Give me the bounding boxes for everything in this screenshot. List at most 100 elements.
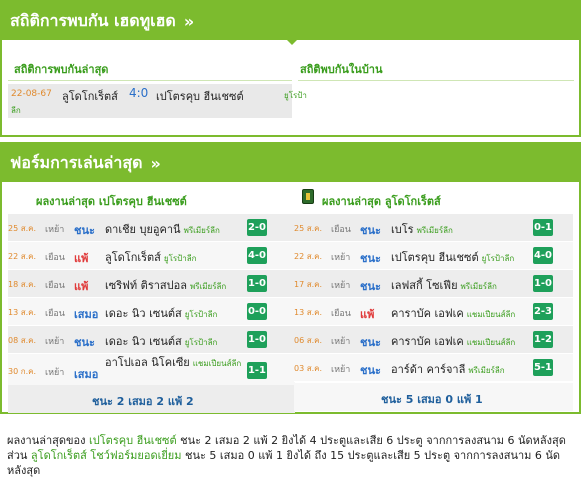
opponent[interactable]: เดอะ นิว เซนต์ส ยูโรป้าลีก [105, 304, 217, 322]
score-badge: 1-0 [247, 331, 267, 348]
opponent-name[interactable]: เดอะ นิว เซนต์ส [105, 335, 182, 348]
home-away-label: เหย้า [331, 365, 351, 375]
match-date: 06 ส.ค. [294, 336, 323, 345]
score-badge: 5-1 [533, 359, 553, 376]
opponent[interactable]: ลูโดโกเร็ตส์ ยูโรป้าลีก [105, 248, 197, 266]
form-row[interactable]: 18 ส.ค. เยือน แพ้ เซริฟท์ ติราสปอล พรีเมียร์… [8, 270, 295, 298]
right-summary: ชนะ 5 เสมอ 0 แพ้ 1 [381, 393, 483, 406]
league-label: ยูโรป้าลีก [184, 310, 218, 319]
h2h-header[interactable]: สถิติการพบกัน เฮดทูเฮด » [2, 2, 579, 40]
form-row[interactable]: 30 ก.ค. เหย้า เสมอ อาโปเอล นิโคเซีย แชมเปียน… [8, 354, 295, 388]
home-away-label: เยือน [45, 253, 65, 263]
league-label: พรีเมียร์ลีก [189, 282, 227, 291]
league-label: แชมเปียนส์ลีก [466, 310, 516, 319]
result-label: เสมอ [74, 308, 99, 321]
league-label: แชมเปียนส์ลีก [466, 338, 516, 347]
form-row[interactable]: 13 ส.ค. เยือน เสมอ เดอะ นิว เซนต์ส ยูโรป้าลี… [8, 298, 295, 326]
team1-link[interactable]: เปโตรคุบ ฮีนเชซต์ [89, 434, 177, 447]
header-notch [283, 36, 301, 45]
home-away-label: เหย้า [331, 337, 351, 347]
result-label: ชนะ [74, 224, 95, 237]
league-label: พรีเมียร์ลีก [183, 226, 220, 235]
result-label: ชนะ [360, 280, 381, 293]
form-row[interactable]: 22 ส.ค. เยือน แพ้ ลูโดโกเร็ตส์ ยูโรป้าลีก 4-0 [8, 242, 295, 270]
match-date: 22 ส.ค. [8, 252, 37, 261]
match-date: 13 ส.ค. [294, 308, 323, 317]
opponent[interactable]: อาร์ด้า คาร์จาลี พรีเมียร์ลีก [391, 360, 505, 378]
home-away-label: เหย้า [331, 281, 351, 291]
league-label: ยูโรป้าลีก [481, 254, 515, 263]
opponent-name[interactable]: ลูโดโกเร็ตส์ [105, 251, 161, 264]
score-badge: 0-0 [247, 303, 267, 320]
match-date: 08 ส.ค. [8, 336, 37, 345]
result-label: ชนะ [360, 252, 381, 265]
opponent-name[interactable]: เบโร [391, 223, 414, 236]
result-label: แพ้ [360, 308, 375, 321]
form-row[interactable]: 22 ส.ค. เหย้า ชนะ เปโตรคุบ ฮีนเชซต์ ยูโรป้าล… [294, 242, 573, 270]
opponent[interactable]: เปโตรคุบ ฮีนเชซต์ ยูโรป้าลีก [391, 248, 514, 266]
match-date: 13 ส.ค. [8, 308, 37, 317]
result-label: แพ้ [74, 280, 89, 293]
opponent[interactable]: อาโปเอล นิโคเซีย แชมเปียนส์ลีก [105, 356, 245, 371]
h2h-match-row[interactable]: 22-08-67 ลูโดโกเร็ตส์ 4:0 เปโตรคุบ ฮีนเช… [8, 84, 307, 118]
match-score: 4:0 [129, 86, 149, 100]
opponent-name[interactable]: คาราบัค เอฟเค [391, 335, 464, 348]
result-label: ชนะ [360, 224, 381, 237]
divider [298, 80, 574, 81]
left-form-table: 25 ส.ค. เหย้า ชนะ ดาเชีย บุยอูคานี พรีเมียร์… [8, 214, 295, 388]
home-team[interactable]: ลูโดโกเร็ตส์ [62, 87, 118, 105]
opponent-name[interactable]: อาโปเอล นิโคเซีย [105, 356, 190, 369]
opponent[interactable]: เซริฟท์ ติราสปอล พรีเมียร์ลีก [105, 276, 226, 294]
away-team[interactable]: เปโตรคุบ ฮีนเชซต์ [156, 87, 244, 105]
score-badge: 1-0 [533, 275, 553, 292]
match-date: 22 ส.ค. [294, 252, 323, 261]
opponent-name[interactable]: เซริฟท์ ติราสปอล [105, 279, 187, 292]
form-header[interactable]: ฟอร์มการเล่นล่าสุด » [2, 144, 579, 182]
opponent[interactable]: คาราบัค เอฟเค แชมเปียนส์ลีก [391, 332, 515, 350]
result-label: ชนะ [74, 336, 95, 349]
form-row[interactable]: 17 ส.ค. เหย้า ชนะ เลฟสกี้ โซเฟีย พรีเมียร์ลี… [294, 270, 573, 298]
league-label: ยูโรป้าลีก [184, 338, 218, 347]
match-date: 25 ส.ค. [8, 224, 37, 233]
match-date: 25 ส.ค. [294, 224, 323, 233]
form-row[interactable]: 08 ส.ค. เหย้า ชนะ เดอะ นิว เซนต์ส ยูโรป้าลีก… [8, 326, 295, 354]
opponent-name[interactable]: คาราบัค เอฟเค [391, 307, 464, 320]
opponent-name[interactable]: เดอะ นิว เซนต์ส [105, 307, 182, 320]
match-date: 30 ก.ค. [8, 367, 37, 376]
team2-link[interactable]: ลูโดโกเร็ตส์ โชว์ฟอร์มยอดเยี่ยม [31, 449, 182, 462]
league-label-cont: ลีก [11, 106, 21, 115]
opponent-name[interactable]: อาร์ด้า คาร์จาลี [391, 363, 465, 376]
result-label: แพ้ [74, 252, 89, 265]
form-row[interactable]: 03 ส.ค. เหย้า ชนะ อาร์ด้า คาร์จาลี พรีเมียร์… [294, 354, 573, 382]
opponent[interactable]: ดาเชีย บุยอูคานี พรีเมียร์ลีก [105, 220, 220, 238]
form-row[interactable]: 25 ส.ค. เหย้า ชนะ ดาเชีย บุยอูคานี พรีเมียร์… [8, 214, 295, 242]
home-away-label: เยือน [331, 225, 351, 235]
score-badge: 1-1 [247, 362, 267, 379]
result-label: ชนะ [360, 336, 381, 349]
score-badge: 4-0 [247, 247, 267, 264]
opponent[interactable]: เบโร พรีเมียร์ลีก [391, 220, 453, 238]
league-label: ยูโรป้าลีก [163, 254, 197, 263]
match-date: 22-08-67 [11, 89, 52, 99]
left-form-label: ผลงานล่าสุด เปโตรคุบ ฮีนเชซต์ [36, 195, 187, 208]
opponent[interactable]: เดอะ นิว เซนต์ส ยูโรป้าลีก [105, 332, 217, 350]
league-label: พรีเมียร์ลีก [468, 366, 505, 375]
opponent-name[interactable]: เลฟสกี้ โซเฟีย [391, 279, 458, 292]
opponent-name[interactable]: ดาเชีย บุยอูคานี [105, 223, 181, 236]
ludogorets-crest-icon [302, 189, 314, 204]
opponent[interactable]: เลฟสกี้ โซเฟีย พรีเมียร์ลีก [391, 276, 497, 294]
home-away-label: เยือน [45, 281, 65, 291]
score-badge: 2-0 [247, 219, 267, 236]
league-label: ยูโรป้า [284, 91, 307, 100]
form-row[interactable]: 25 ส.ค. เยือน ชนะ เบโร พรีเมียร์ลีก 0-1 [294, 214, 573, 242]
opponent-name[interactable]: เปโตรคุบ ฮีนเชซต์ [391, 251, 479, 264]
opponent[interactable]: คาราบัค เอฟเค แชมเปียนส์ลีก [391, 304, 515, 322]
form-row[interactable]: 13 ส.ค. เยือน แพ้ คาราบัค เอฟเค แชมเปียนส์ลี… [294, 298, 573, 326]
score-badge: 2-3 [533, 303, 553, 320]
h2h-home-label: สถิติพบกันในบ้าน [300, 63, 383, 76]
form-row[interactable]: 06 ส.ค. เหย้า ชนะ คาราบัค เอฟเค แชมเปียนส์ลี… [294, 326, 573, 354]
league-label: พรีเมียร์ลีก [460, 282, 497, 291]
chevron-right-icon: » [150, 153, 161, 173]
h2h-title: สถิติการพบกัน เฮดทูเฮด [10, 10, 176, 30]
home-away-label: เหย้า [45, 225, 65, 235]
